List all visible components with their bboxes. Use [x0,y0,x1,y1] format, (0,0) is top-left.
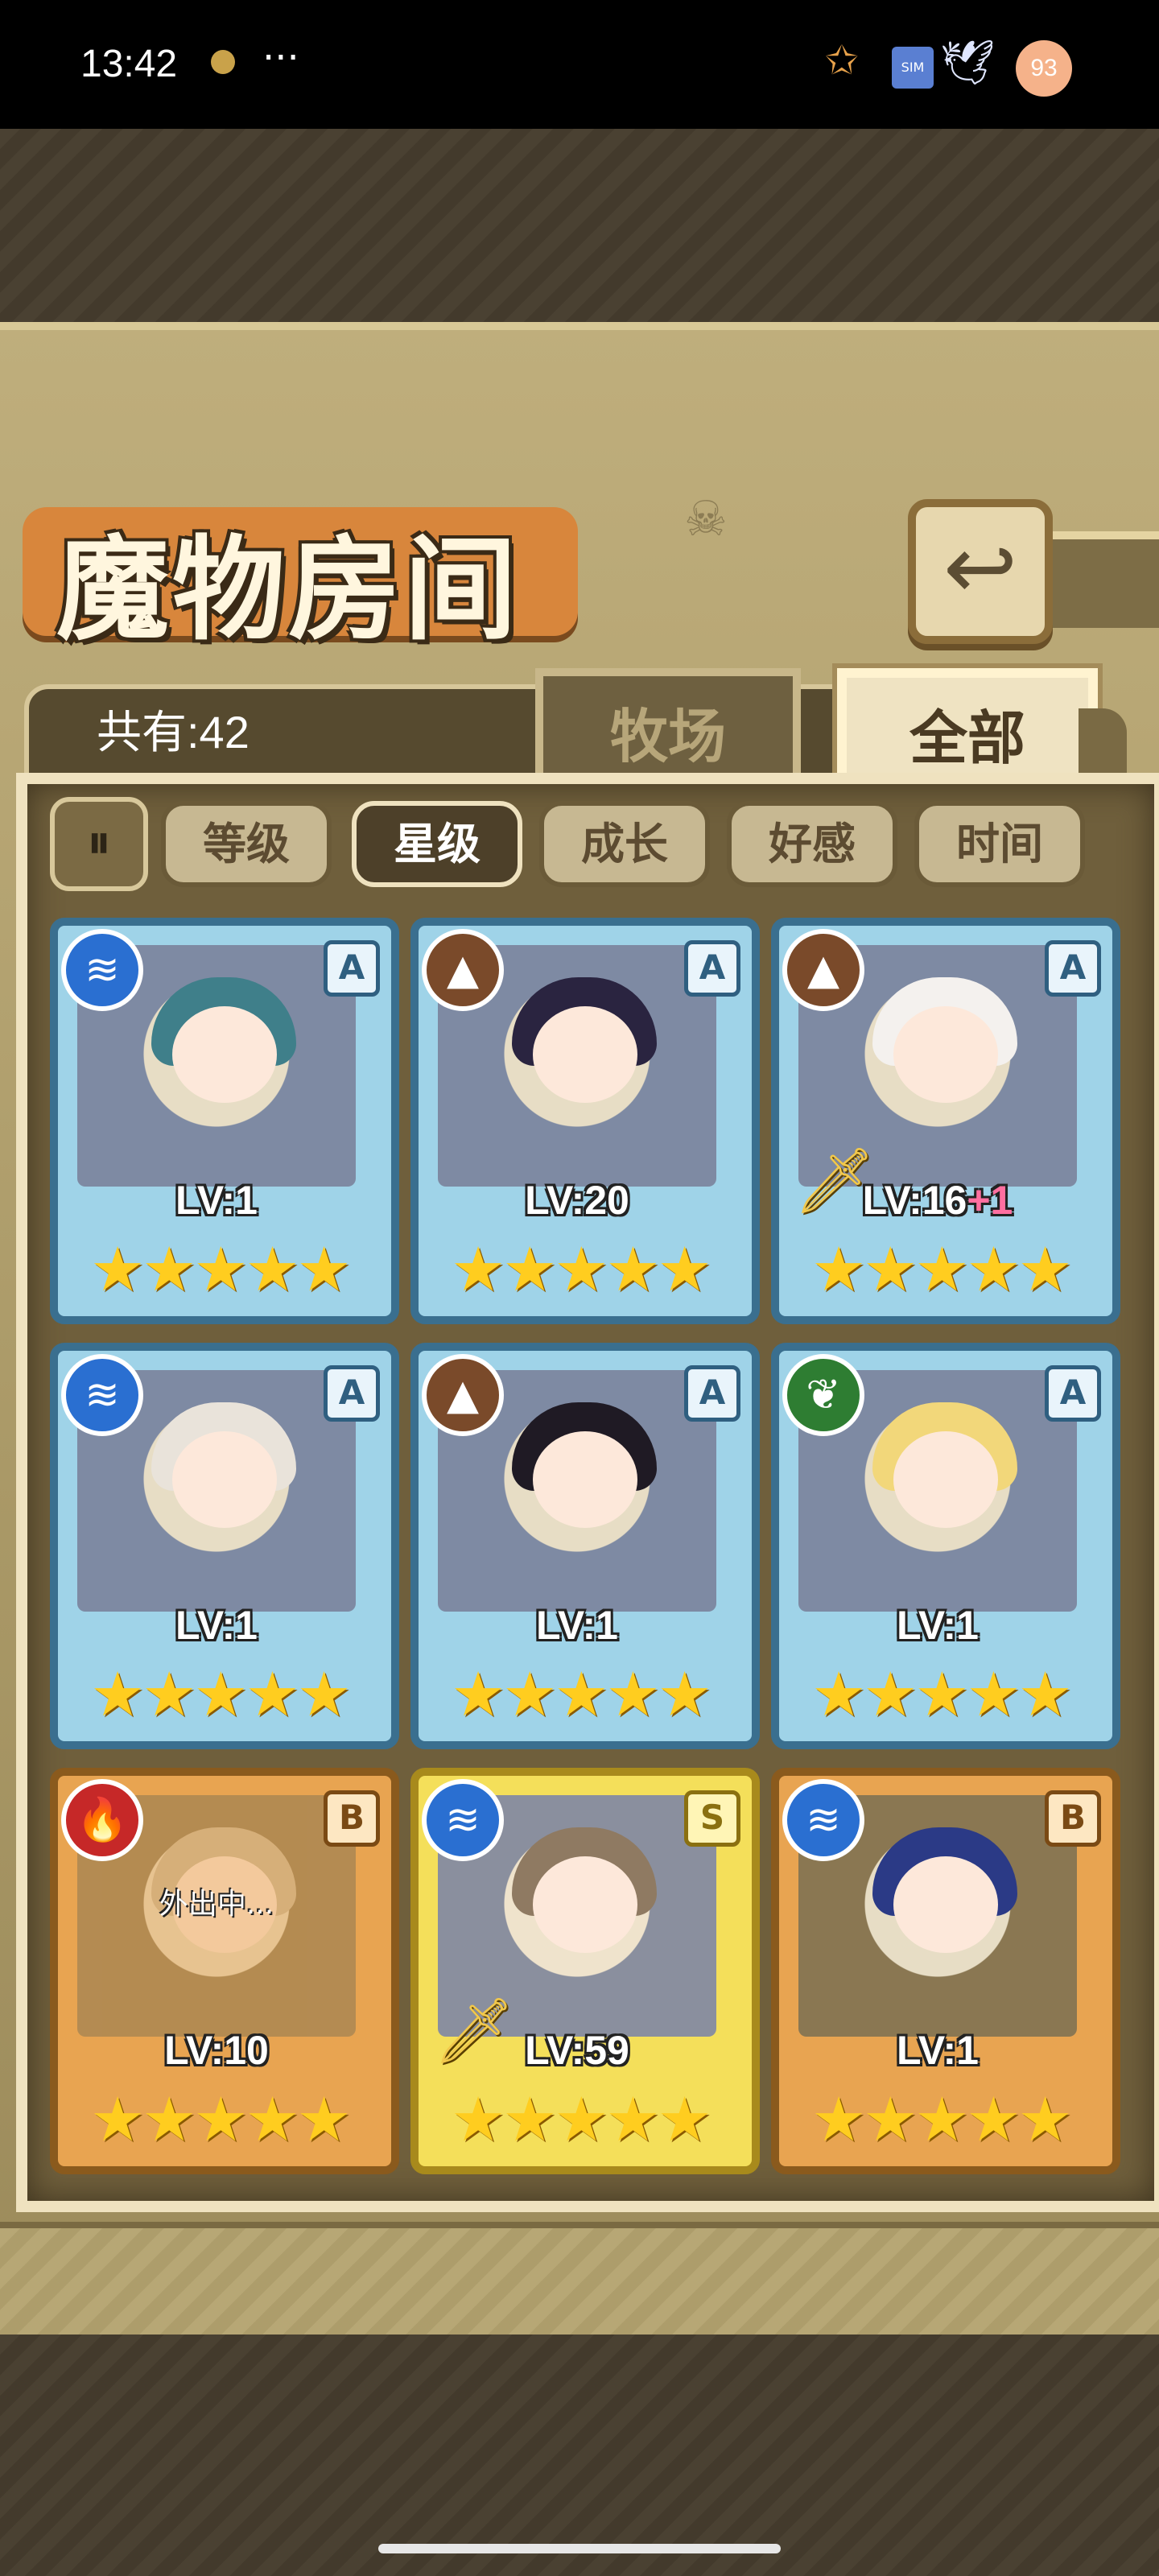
monster-face [893,1006,998,1103]
map-background-top [0,129,1159,322]
monster-count: 共有:42 [97,707,250,758]
home-indicator[interactable] [378,2544,781,2553]
monster-card[interactable]: ▲ A 🗡 LV:16+1 ★★★★★ [771,918,1120,1324]
water-element-icon: ≋ [61,1354,143,1436]
monster-card[interactable]: ≋ A LV:1 ★★★★★ [50,918,399,1324]
monster-face [533,1006,637,1103]
page-title: 魔物房间 [56,524,521,656]
star-rating: ★★★★★ [811,2083,1073,2155]
level-text: LV:1 [897,1603,979,1648]
earth-element-icon: ▲ [782,929,864,1011]
monster-face [533,1431,637,1528]
tab-rail [1079,708,1127,781]
away-status: 外出中... [159,1888,274,1921]
monster-level: LV:10 [58,2027,375,2074]
water-element-icon: ≋ [782,1779,864,1861]
panel-bottom-edge [0,2222,1159,2341]
water-element-icon: ≋ [422,1779,504,1861]
star-rating: ★★★★★ [451,2083,712,2155]
sort-star-button[interactable]: 星级 [352,801,522,887]
sort-growth-button[interactable]: 成长 [539,801,710,887]
sort-affection-button[interactable]: 好感 [727,801,897,887]
monster-face [893,1431,998,1528]
star-rating: ★★★★★ [451,1658,712,1730]
monster-level: LV:1 [58,1602,375,1649]
star-rating: ★★★★★ [90,2083,352,2155]
level-text: LV:1 [536,1603,618,1648]
monster-level: LV:1 [779,2027,1096,2074]
bird-icon: 🕊 [940,37,996,88]
level-text: LV:1 [175,1603,258,1648]
star-rating: ★★★★★ [811,1233,1073,1305]
battery-badge: 93 [1016,40,1072,97]
monster-card[interactable]: ❦ A LV:1 ★★★★★ [771,1343,1120,1749]
sort-order-icon: ⏸ [87,814,111,870]
back-button[interactable]: ↩ [908,499,1053,644]
sort-level-button[interactable]: 等级 [161,801,332,887]
status-time: 13:42 [80,43,178,85]
monster-card[interactable]: ≋ B LV:1 ★★★★★ [771,1768,1120,2174]
level-text: LV:1 [175,1178,258,1223]
monster-face [172,1006,277,1103]
level-text: LV:20 [525,1178,629,1223]
sort-time-button[interactable]: 时间 [914,801,1085,887]
monster-level: LV:16+1 [779,1177,1096,1224]
map-background-bottom [0,2334,1159,2576]
monster-card[interactable]: ▲ A LV:20 ★★★★★ [410,918,760,1324]
level-text: LV:10 [164,2028,269,2073]
star-rating: ★★★★★ [451,1233,712,1305]
monster-level: LV:1 [58,1177,375,1224]
star-rating: ★★★★★ [811,1658,1073,1730]
grade-badge: A [1045,940,1101,997]
grade-badge: A [684,940,740,997]
grade-badge: B [324,1790,380,1847]
earth-element-icon: ▲ [422,929,504,1011]
monster-face [893,1856,998,1953]
skull-icon: ☠ [684,491,728,547]
grade-badge: S [684,1790,740,1847]
level-text: LV:16 [862,1178,967,1223]
grade-badge: A [1045,1365,1101,1422]
more-notifications-icon: ··· [262,35,299,80]
water-element-icon: ≋ [61,929,143,1011]
monster-card[interactable]: ≋ S 🗡 LV:59 ★★★★★ [410,1768,760,2174]
level-text: LV:59 [525,2028,629,2073]
monster-face [533,1856,637,1953]
level-text: LV:1 [897,2028,979,2073]
star-rating: ★★★★★ [90,1658,352,1730]
star-rating: ★★★★★ [90,1233,352,1305]
sim-icon: SIM [892,47,934,89]
grade-badge: A [324,940,380,997]
monster-face [172,1431,277,1528]
back-rail [1038,531,1159,628]
monster-card[interactable]: ▲ A LV:1 ★★★★★ [410,1343,760,1749]
sort-order-toggle[interactable]: ⏸ [50,797,148,891]
monster-level: LV:59 [419,2027,736,2074]
back-icon: ↩ [942,516,1018,619]
monster-level: LV:1 [779,1602,1096,1649]
status-bar: 13:42 ··· ✩ SIM 🕊 93 [0,0,1159,129]
earth-element-icon: ▲ [422,1354,504,1436]
nature-element-icon: ❦ [782,1354,864,1436]
monster-level: LV:1 [419,1602,736,1649]
app-notification-icon [211,50,235,74]
monster-card[interactable]: ≋ A LV:1 ★★★★★ [50,1343,399,1749]
grade-badge: B [1045,1790,1101,1847]
level-bonus: +1 [967,1178,1013,1223]
grade-badge: A [684,1365,740,1422]
star-icon: ✩ [825,37,859,84]
fire-element-icon: 🔥 [61,1779,143,1861]
monster-card[interactable]: 🔥 B 外出中... LV:10 ★★★★★ [50,1768,399,2174]
monster-level: LV:20 [419,1177,736,1224]
grade-badge: A [324,1365,380,1422]
